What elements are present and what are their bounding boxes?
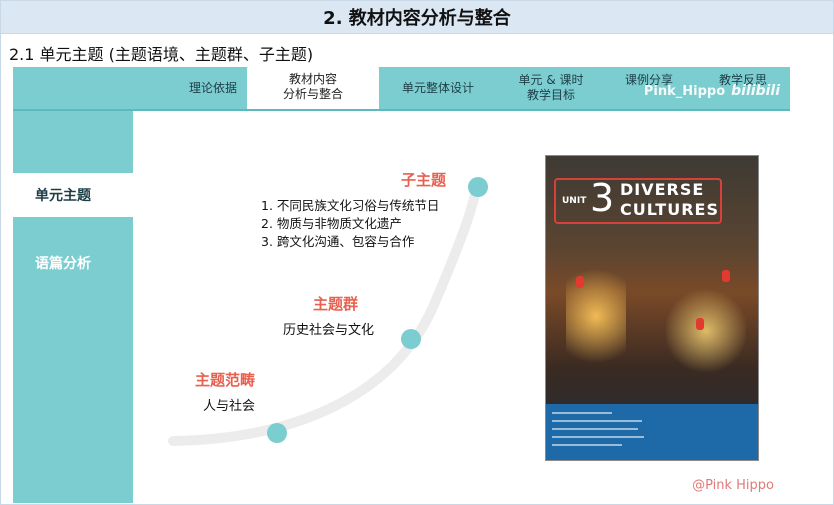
sidebar-active-notch [133,187,141,203]
slide: 理论依据 教材内容 分析与整合 单元整体设计 单元 & 课时 教学目标 课例分享… [13,67,790,503]
cover-light [666,286,746,376]
sidebar-item-text-analysis[interactable]: 语篇分析 [13,241,133,285]
sub-theme-item: 2. 物质与非物质文化遗产 [261,216,402,231]
tab-teaching-goals[interactable]: 单元 & 课时 教学目标 [497,67,605,109]
panel-text-line [552,412,612,414]
sub-theme-item: 3. 跨文化沟通、包容与合作 [261,234,415,249]
panel-text-line [552,436,644,438]
page-title: 2. 教材内容分析与整合 [323,8,511,29]
node-dot-theme-group [401,329,421,349]
unit-number: 3 [590,176,615,220]
tab-unit-design[interactable]: 单元整体设计 [383,67,493,109]
sub-theme-title: 子主题 [401,171,447,189]
cover-light [566,256,626,376]
cover-lantern [722,270,730,282]
tab-unit-design-label: 单元整体设计 [401,80,474,95]
tab-theory-label: 理论依据 [188,80,237,95]
cover-info-panel [546,404,758,460]
cover-lantern [696,318,704,330]
panel-text-line [552,444,622,446]
sidebar-item-label: 语篇分析 [35,256,91,272]
panel-text-line [552,428,638,430]
sub-theme-item: 1. 不同民族文化习俗与传统节日 [261,198,440,213]
tab-content-analysis[interactable]: 教材内容 分析与整合 [245,67,381,109]
cover-title: DIVERSE CULTURES [620,180,719,220]
sub-theme-list: 1. 不同民族文化习俗与传统节日 2. 物质与非物质文化遗产 3. 跨文化沟通、… [261,197,439,251]
screen: 2. 教材内容分析与整合 2.1 单元主题 (主题语境、主题群、子主题) 理论依… [0,0,834,505]
section-heading: 2.1 单元主题 (主题语境、主题群、子主题) [9,45,314,64]
tab-teaching-goals-line2: 教学目标 [526,88,575,102]
theme-category-text: 人与社会 [203,399,256,414]
theme-category-title: 主题范畴 [195,371,256,389]
cover-title-line2: CULTURES [620,200,719,219]
node-dot-sub-theme [468,177,488,197]
tab-content-analysis-line2: 分析与整合 [282,87,343,101]
watermark-bottom: @Pink Hippo [692,478,774,493]
tab-teaching-goals-label: 单元 & 课时 教学目标 [519,73,584,103]
watermark-top: Pink_Hippo bilibili [644,83,780,99]
title-bar: 2. 教材内容分析与整合 [1,1,833,34]
tab-teaching-goals-line1: 单元 & 课时 [518,73,584,87]
theme-group-text: 历史社会与文化 [283,323,375,338]
bilibili-logo: bilibili [731,83,780,99]
textbook-cover-image: UNIT 3 DIVERSE CULTURES [545,155,759,461]
sidebar: 单元主题 语篇分析 [13,111,141,503]
sidebar-item-label: 单元主题 [35,188,91,204]
cover-title-line1: DIVERSE [620,180,705,199]
tab-content-analysis-line1: 教材内容 [288,72,337,86]
cover-lantern [576,276,584,288]
unit-word: UNIT [562,196,587,206]
watermark-top-text: Pink_Hippo [643,84,726,99]
theme-group-title: 主题群 [313,295,359,313]
sidebar-item-unit-theme[interactable]: 单元主题 [13,173,137,217]
node-dot-theme-category [267,423,287,443]
panel-text-line [552,420,642,422]
tab-content-analysis-label: 教材内容 分析与整合 [283,72,343,102]
